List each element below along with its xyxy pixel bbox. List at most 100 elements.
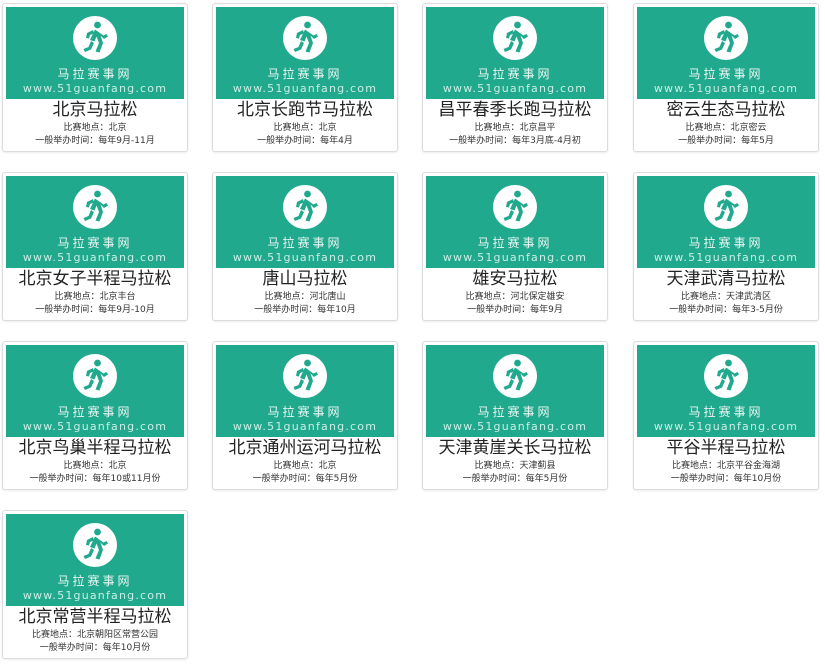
race-card[interactable]: 马拉赛事网 www.51guanfang.com 昌平春季长跑马拉松 比赛地点：…: [422, 3, 608, 152]
race-title[interactable]: 昌平春季长跑马拉松: [423, 100, 607, 120]
race-time: 一般举办时间：每年5月份: [462, 474, 568, 484]
race-location: 比赛地点：河北保定雄安: [465, 292, 565, 302]
brand-text: 马拉赛事网: [267, 236, 343, 250]
runner-icon: [73, 185, 117, 229]
race-card-grid: 马拉赛事网 www.51guanfang.com 北京马拉松 比赛地点：北京 一…: [2, 3, 824, 669]
brand-text: 马拉赛事网: [57, 236, 133, 250]
race-thumbnail[interactable]: 马拉赛事网 www.51guanfang.com: [426, 345, 604, 437]
race-location: 比赛地点：北京朝阳区常营公园: [31, 630, 159, 640]
runner-icon: [704, 354, 748, 398]
race-time: 一般举办时间：每年10月: [254, 305, 356, 315]
race-location: 比赛地点：北京平谷金海湖: [671, 461, 781, 471]
race-title[interactable]: 北京通州运河马拉松: [213, 438, 397, 458]
race-title[interactable]: 北京马拉松: [3, 100, 187, 120]
race-time: 一般举办时间：每年9月-10月: [35, 305, 155, 315]
race-title[interactable]: 北京常营半程马拉松: [3, 607, 187, 627]
race-thumbnail[interactable]: 马拉赛事网 www.51guanfang.com: [216, 7, 394, 99]
site-url-text: www.51guanfang.com: [22, 251, 168, 264]
site-url-text: www.51guanfang.com: [442, 82, 588, 95]
runner-icon: [283, 16, 327, 60]
race-thumbnail[interactable]: 马拉赛事网 www.51guanfang.com: [6, 345, 184, 437]
race-location: 比赛地点：北京昌平: [474, 123, 556, 133]
runner-icon: [704, 16, 748, 60]
race-title[interactable]: 北京鸟巢半程马拉松: [3, 438, 187, 458]
race-location: 比赛地点：北京丰台: [54, 292, 136, 302]
race-time: 一般举办时间：每年4月: [257, 136, 353, 146]
race-location: 比赛地点：北京: [273, 123, 337, 133]
brand-text: 马拉赛事网: [57, 574, 133, 588]
race-card[interactable]: 马拉赛事网 www.51guanfang.com 密云生态马拉松 比赛地点：北京…: [633, 3, 819, 152]
race-time: 一般举办时间：每年10或11月份: [29, 474, 161, 484]
race-thumbnail[interactable]: 马拉赛事网 www.51guanfang.com: [637, 7, 815, 99]
race-time: 一般举办时间：每年5月份: [252, 474, 358, 484]
race-location: 比赛地点：北京密云: [685, 123, 767, 133]
site-url-text: www.51guanfang.com: [232, 82, 378, 95]
brand-text: 马拉赛事网: [688, 236, 764, 250]
runner-icon: [283, 354, 327, 398]
race-title[interactable]: 天津武清马拉松: [634, 269, 818, 289]
brand-text: 马拉赛事网: [477, 67, 553, 81]
race-time: 一般举办时间：每年3-5月份: [669, 305, 783, 315]
race-card[interactable]: 马拉赛事网 www.51guanfang.com 北京鸟巢半程马拉松 比赛地点：…: [2, 341, 188, 490]
race-thumbnail[interactable]: 马拉赛事网 www.51guanfang.com: [637, 345, 815, 437]
site-url-text: www.51guanfang.com: [442, 420, 588, 433]
site-url-text: www.51guanfang.com: [442, 251, 588, 264]
race-location: 比赛地点：天津武清区: [680, 292, 772, 302]
race-thumbnail[interactable]: 马拉赛事网 www.51guanfang.com: [6, 7, 184, 99]
race-time: 一般举办时间：每年9月: [467, 305, 563, 315]
race-card[interactable]: 马拉赛事网 www.51guanfang.com 天津黄崖关长马拉松 比赛地点：…: [422, 341, 608, 490]
race-time: 一般举办时间：每年5月: [678, 136, 774, 146]
race-location: 比赛地点：天津蓟县: [474, 461, 556, 471]
race-card[interactable]: 马拉赛事网 www.51guanfang.com 平谷半程马拉松 比赛地点：北京…: [633, 341, 819, 490]
race-thumbnail[interactable]: 马拉赛事网 www.51guanfang.com: [6, 514, 184, 606]
brand-text: 马拉赛事网: [57, 67, 133, 81]
brand-text: 马拉赛事网: [267, 405, 343, 419]
race-thumbnail[interactable]: 马拉赛事网 www.51guanfang.com: [216, 345, 394, 437]
site-url-text: www.51guanfang.com: [653, 420, 799, 433]
race-card[interactable]: 马拉赛事网 www.51guanfang.com 天津武清马拉松 比赛地点：天津…: [633, 172, 819, 321]
race-title[interactable]: 北京长跑节马拉松: [213, 100, 397, 120]
race-card[interactable]: 马拉赛事网 www.51guanfang.com 雄安马拉松 比赛地点：河北保定…: [422, 172, 608, 321]
race-card[interactable]: 马拉赛事网 www.51guanfang.com 北京马拉松 比赛地点：北京 一…: [2, 3, 188, 152]
race-location: 比赛地点：北京: [273, 461, 337, 471]
runner-icon: [73, 16, 117, 60]
race-title[interactable]: 天津黄崖关长马拉松: [423, 438, 607, 458]
site-url-text: www.51guanfang.com: [22, 589, 168, 602]
site-url-text: www.51guanfang.com: [22, 82, 168, 95]
brand-text: 马拉赛事网: [477, 405, 553, 419]
race-thumbnail[interactable]: 马拉赛事网 www.51guanfang.com: [426, 7, 604, 99]
race-card[interactable]: 马拉赛事网 www.51guanfang.com 北京长跑节马拉松 比赛地点：北…: [212, 3, 398, 152]
brand-text: 马拉赛事网: [57, 405, 133, 419]
site-url-text: www.51guanfang.com: [232, 251, 378, 264]
race-title[interactable]: 平谷半程马拉松: [634, 438, 818, 458]
brand-text: 马拉赛事网: [688, 67, 764, 81]
race-card[interactable]: 马拉赛事网 www.51guanfang.com 北京常营半程马拉松 比赛地点：…: [2, 510, 188, 659]
race-title[interactable]: 密云生态马拉松: [634, 100, 818, 120]
race-title[interactable]: 唐山马拉松: [213, 269, 397, 289]
race-thumbnail[interactable]: 马拉赛事网 www.51guanfang.com: [426, 176, 604, 268]
race-thumbnail[interactable]: 马拉赛事网 www.51guanfang.com: [637, 176, 815, 268]
race-card[interactable]: 马拉赛事网 www.51guanfang.com 北京通州运河马拉松 比赛地点：…: [212, 341, 398, 490]
race-time: 一般举办时间：每年3月底-4月初: [449, 136, 581, 146]
race-card[interactable]: 马拉赛事网 www.51guanfang.com 北京女子半程马拉松 比赛地点：…: [2, 172, 188, 321]
brand-text: 马拉赛事网: [477, 236, 553, 250]
site-url-text: www.51guanfang.com: [653, 251, 799, 264]
site-url-text: www.51guanfang.com: [232, 420, 378, 433]
site-url-text: www.51guanfang.com: [22, 420, 168, 433]
runner-icon: [493, 185, 537, 229]
race-location: 比赛地点：北京: [63, 123, 127, 133]
race-location: 比赛地点：北京: [63, 461, 127, 471]
runner-icon: [704, 185, 748, 229]
race-time: 一般举办时间：每年10月份: [39, 643, 151, 653]
race-time: 一般举办时间：每年10月份: [670, 474, 782, 484]
runner-icon: [283, 185, 327, 229]
brand-text: 马拉赛事网: [688, 405, 764, 419]
race-thumbnail[interactable]: 马拉赛事网 www.51guanfang.com: [216, 176, 394, 268]
race-thumbnail[interactable]: 马拉赛事网 www.51guanfang.com: [6, 176, 184, 268]
race-card[interactable]: 马拉赛事网 www.51guanfang.com 唐山马拉松 比赛地点：河北唐山…: [212, 172, 398, 321]
site-url-text: www.51guanfang.com: [653, 82, 799, 95]
runner-icon: [73, 354, 117, 398]
race-location: 比赛地点：河北唐山: [264, 292, 346, 302]
race-title[interactable]: 雄安马拉松: [423, 269, 607, 289]
race-title[interactable]: 北京女子半程马拉松: [3, 269, 187, 289]
